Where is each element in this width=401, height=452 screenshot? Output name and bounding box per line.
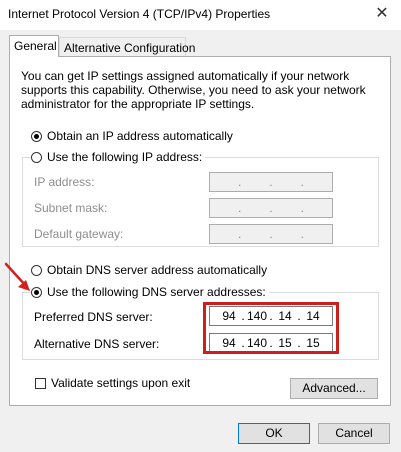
red-arrow-icon — [4, 262, 30, 291]
ip-address-label: IP address: — [34, 175, 95, 189]
radio-label: Obtain an IP address automatically — [47, 129, 233, 143]
radio-label: Use the following DNS server addresses: — [47, 285, 266, 299]
octet: 94 — [222, 336, 236, 350]
properties-dialog: Internet Protocol Version 4 (TCP/IPv4) P… — [0, 0, 401, 452]
description-text: You can get IP settings assigned automat… — [21, 69, 366, 111]
octet: 94 — [222, 309, 236, 323]
alternative-dns-label: Alternative DNS server: — [34, 337, 160, 351]
validate-label: Validate settings upon exit — [51, 376, 191, 390]
radio-obtain-dns-auto[interactable]: Obtain DNS server address automatically — [31, 262, 271, 278]
default-gateway-input[interactable]: ... — [209, 224, 333, 244]
advanced-button[interactable]: Advanced... — [290, 378, 378, 399]
octet: 14 — [278, 309, 292, 323]
tab-general[interactable]: General — [9, 35, 59, 57]
radio-use-following-dns[interactable]: Use the following DNS server addresses: — [31, 284, 269, 300]
octet: 14 — [306, 309, 320, 323]
ip-address-input[interactable]: ... — [209, 172, 333, 192]
radio-obtain-ip-auto[interactable]: Obtain an IP address automatically — [31, 128, 236, 144]
octet: 140 — [246, 309, 268, 323]
preferred-dns-input[interactable]: 94. 140. 14. 14 — [209, 306, 333, 326]
window-title: Internet Protocol Version 4 (TCP/IPv4) P… — [8, 7, 271, 21]
preferred-dns-label: Preferred DNS server: — [34, 310, 153, 324]
subnet-mask-input[interactable]: ... — [209, 198, 333, 218]
radio-use-following-ip[interactable]: Use the following IP address: — [31, 149, 206, 165]
tab-alternative-configuration[interactable]: Alternative Configuration — [59, 37, 195, 57]
radio-indicator[interactable] — [31, 151, 42, 163]
cancel-button[interactable]: Cancel — [318, 423, 390, 444]
ok-button[interactable]: OK — [238, 423, 310, 444]
validate-checkbox[interactable] — [35, 377, 46, 389]
octet: 15 — [306, 336, 320, 350]
default-gateway-label: Default gateway: — [34, 227, 124, 241]
radio-indicator-selected[interactable] — [31, 286, 42, 298]
radio-indicator-selected[interactable] — [31, 130, 42, 142]
title-bar: Internet Protocol Version 4 (TCP/IPv4) P… — [0, 0, 401, 30]
octet: 140 — [246, 336, 268, 350]
radio-indicator[interactable] — [31, 264, 42, 276]
octet: 15 — [278, 336, 292, 350]
close-icon[interactable]: ✕ — [371, 4, 393, 26]
radio-label: Obtain DNS server address automatically — [47, 263, 268, 277]
subnet-mask-label: Subnet mask: — [34, 201, 108, 215]
validate-checkbox-row[interactable]: Validate settings upon exit — [35, 376, 190, 390]
alternative-dns-input[interactable]: 94. 140. 15. 15 — [209, 333, 333, 353]
radio-label: Use the following IP address: — [47, 150, 203, 164]
